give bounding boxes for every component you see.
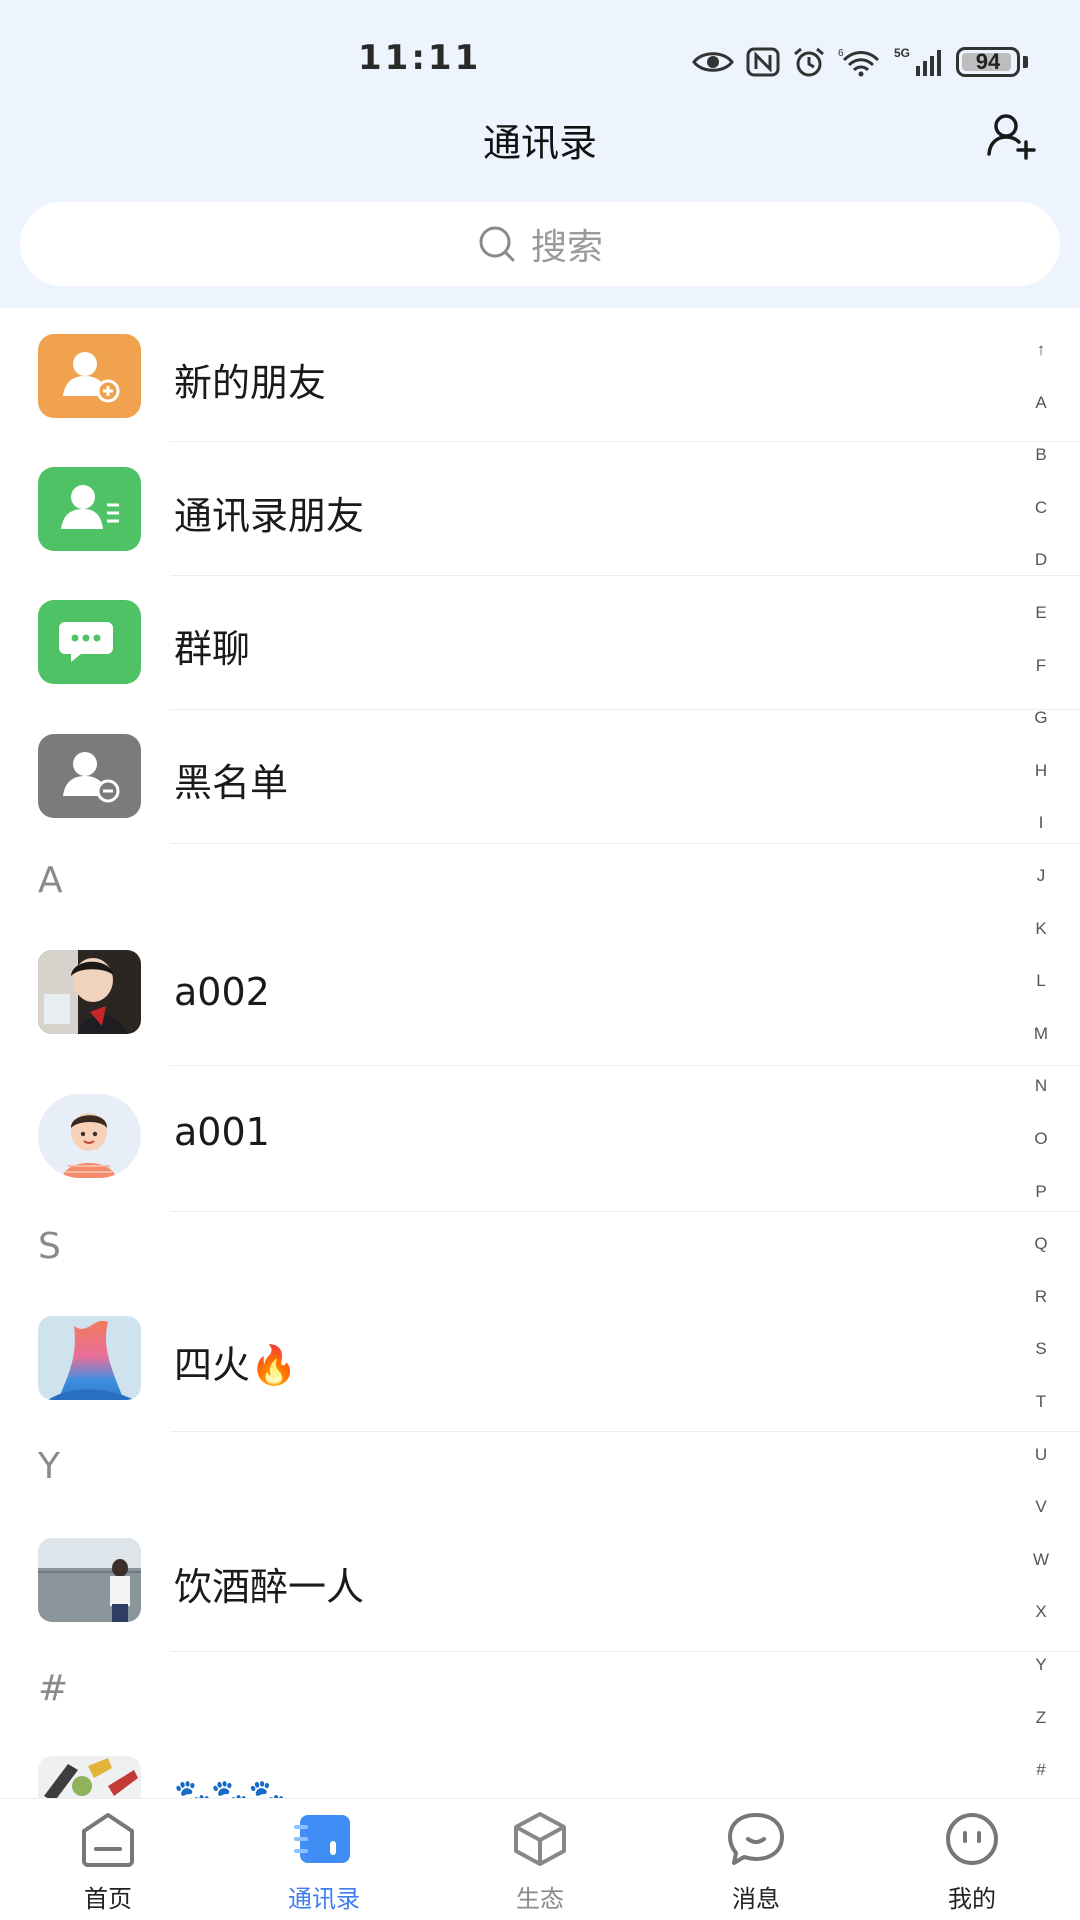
network-label: 5G bbox=[894, 46, 910, 60]
search-icon bbox=[479, 226, 515, 262]
entry-new-friends[interactable]: 新的朋友 bbox=[0, 308, 1080, 441]
search-input[interactable]: 搜索 bbox=[20, 202, 1060, 286]
divider bbox=[170, 1431, 1080, 1432]
index-letter[interactable]: U bbox=[1016, 1445, 1066, 1465]
index-letter[interactable]: X bbox=[1016, 1602, 1066, 1622]
index-letter[interactable]: K bbox=[1016, 919, 1066, 939]
index-letter[interactable]: M bbox=[1016, 1024, 1066, 1044]
contact-name: a001 bbox=[174, 1110, 270, 1154]
contact-name: 四火🔥 bbox=[174, 1343, 298, 1387]
bottom-tab-bar: 首页 通讯录 生态 消息 我的 bbox=[0, 1798, 1080, 1920]
group-chat-icon bbox=[38, 600, 141, 684]
divider bbox=[170, 843, 1080, 844]
entry-group-chat[interactable]: 群聊 bbox=[0, 576, 1080, 709]
entry-label: 群聊 bbox=[174, 627, 251, 671]
entry-blacklist[interactable]: 黑名单 bbox=[0, 710, 1080, 843]
tab-label: 生态 bbox=[516, 1885, 564, 1913]
avatar bbox=[38, 1316, 141, 1400]
contact-name: a002 bbox=[174, 970, 270, 1014]
tab-contacts[interactable]: 通讯录 bbox=[216, 1799, 432, 1920]
page-title: 通讯录 bbox=[482, 121, 597, 165]
section-header-hash: # bbox=[38, 1668, 69, 1709]
avatar bbox=[38, 1756, 141, 1798]
alarm-icon bbox=[794, 47, 824, 77]
contact-name: 🐾🐾🐾 bbox=[174, 1778, 287, 1798]
avatar bbox=[38, 1094, 141, 1178]
index-letter[interactable]: I bbox=[1016, 813, 1066, 833]
tab-ecosystem[interactable]: 生态 bbox=[432, 1799, 648, 1920]
index-letter[interactable]: C bbox=[1016, 498, 1066, 518]
add-contact-icon[interactable] bbox=[986, 110, 1038, 162]
index-letter[interactable]: S bbox=[1016, 1339, 1066, 1359]
section-header-a: A bbox=[38, 860, 63, 901]
index-letter[interactable]: Z bbox=[1016, 1708, 1066, 1728]
avatar bbox=[38, 1538, 141, 1622]
battery-cap bbox=[1023, 56, 1028, 68]
index-letter[interactable]: V bbox=[1016, 1497, 1066, 1517]
entry-label: 新的朋友 bbox=[174, 361, 327, 405]
signal-icon: 5G bbox=[894, 46, 941, 76]
section-header-s: S bbox=[38, 1226, 61, 1267]
divider bbox=[170, 1651, 1080, 1652]
index-letter[interactable]: G bbox=[1016, 708, 1066, 728]
new-friend-icon bbox=[38, 334, 141, 418]
index-letter[interactable]: E bbox=[1016, 603, 1066, 623]
index-letter[interactable]: H bbox=[1016, 761, 1066, 781]
tab-label: 首页 bbox=[84, 1885, 132, 1913]
search-placeholder: 搜索 bbox=[530, 227, 603, 268]
tab-label: 通讯录 bbox=[288, 1885, 360, 1913]
index-letter[interactable]: T bbox=[1016, 1392, 1066, 1412]
index-letter[interactable]: W bbox=[1016, 1550, 1066, 1570]
index-letter[interactable]: Q bbox=[1016, 1234, 1066, 1254]
divider bbox=[170, 1211, 1080, 1212]
contact-row[interactable]: 🐾🐾🐾 bbox=[0, 1732, 1080, 1798]
nfc-icon bbox=[746, 47, 780, 77]
status-icons: 6 5G 94 bbox=[692, 42, 1028, 82]
avatar bbox=[38, 950, 141, 1034]
index-letter[interactable]: # bbox=[1016, 1760, 1066, 1780]
home-icon bbox=[82, 1813, 134, 1867]
contact-row[interactable]: 饮酒醉一人 bbox=[0, 1512, 1080, 1645]
index-letter[interactable]: O bbox=[1016, 1129, 1066, 1149]
status-time: 11:11 bbox=[358, 38, 482, 78]
wifi-icon: 6 bbox=[838, 48, 880, 77]
battery-icon: 94 bbox=[956, 47, 1020, 77]
profile-icon bbox=[946, 1813, 998, 1865]
contacts-icon bbox=[294, 1815, 350, 1863]
index-letter[interactable]: N bbox=[1016, 1076, 1066, 1096]
cube-icon bbox=[514, 1812, 566, 1866]
blacklist-icon bbox=[38, 734, 141, 818]
section-header-y: Y bbox=[38, 1446, 60, 1487]
index-letter[interactable]: L bbox=[1016, 971, 1066, 991]
index-letter[interactable]: P bbox=[1016, 1182, 1066, 1202]
index-letter[interactable]: F bbox=[1016, 656, 1066, 676]
tab-home[interactable]: 首页 bbox=[0, 1799, 216, 1920]
contact-row[interactable]: a002 bbox=[0, 924, 1080, 1057]
entry-label: 黑名单 bbox=[174, 761, 289, 805]
contact-row[interactable]: a001 bbox=[0, 1066, 1080, 1199]
tab-messages[interactable]: 消息 bbox=[648, 1799, 864, 1920]
index-letter[interactable]: J bbox=[1016, 866, 1066, 886]
contact-row[interactable]: 四火🔥 bbox=[0, 1290, 1080, 1423]
index-letter[interactable]: B bbox=[1016, 445, 1066, 465]
index-letter[interactable]: D bbox=[1016, 550, 1066, 570]
eye-icon bbox=[692, 52, 734, 72]
entry-contacts-friends[interactable]: 通讯录朋友 bbox=[0, 442, 1080, 575]
entry-label: 通讯录朋友 bbox=[174, 494, 365, 538]
index-letter[interactable]: Y bbox=[1016, 1655, 1066, 1675]
battery-level: 94 bbox=[975, 49, 1001, 74]
tab-label: 消息 bbox=[732, 1885, 780, 1913]
index-letter[interactable]: R bbox=[1016, 1287, 1066, 1307]
tab-label: 我的 bbox=[948, 1885, 996, 1913]
contacts-friend-icon bbox=[38, 467, 141, 551]
message-icon bbox=[728, 1813, 784, 1865]
contact-name: 饮酒醉一人 bbox=[174, 1565, 365, 1609]
index-letter[interactable]: ↑ bbox=[1016, 340, 1066, 360]
tab-profile[interactable]: 我的 bbox=[864, 1799, 1080, 1920]
index-letter[interactable]: A bbox=[1016, 393, 1066, 413]
wifi-badge: 6 bbox=[838, 48, 844, 59]
nav-bar: 通讯录 bbox=[0, 100, 1080, 172]
